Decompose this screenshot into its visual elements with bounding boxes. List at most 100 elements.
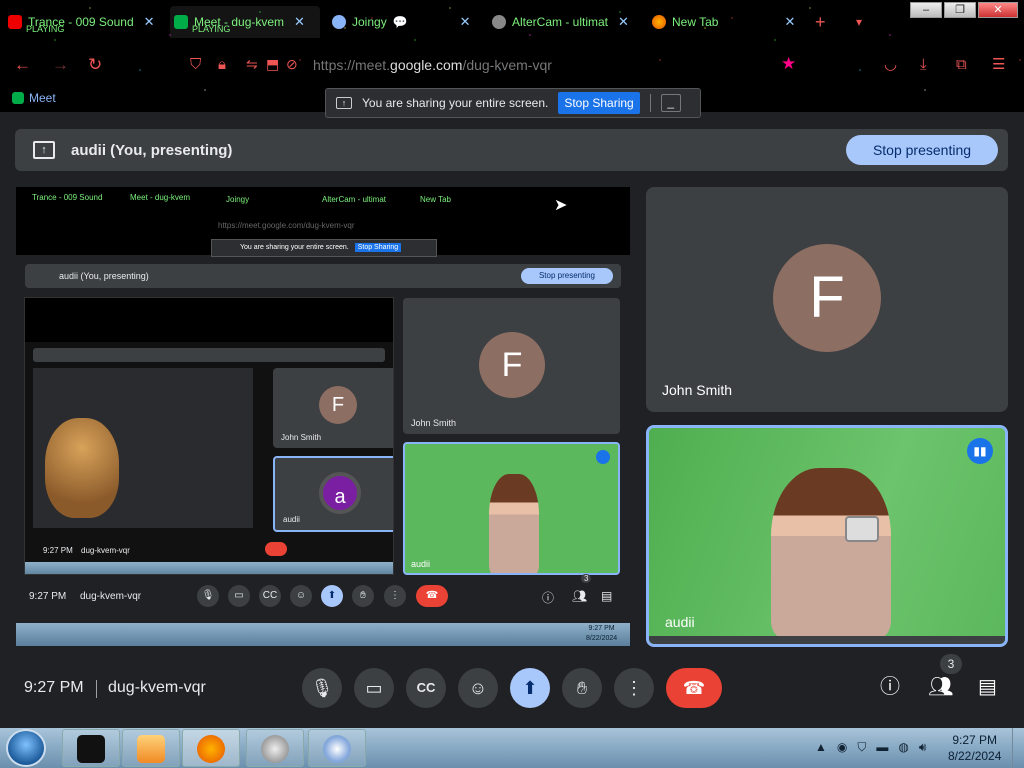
menu-icon[interactable]: ☰ (992, 56, 1005, 73)
tab-new-tab[interactable]: New Tab ✕ (652, 6, 795, 38)
permissions-icon[interactable]: ⇋ (246, 56, 258, 73)
url-domain: google.com (390, 57, 463, 73)
taskbar-app-firefox[interactable] (182, 729, 240, 767)
tray-webcam-icon[interactable]: ◉ (837, 740, 847, 755)
mic-blocked-icon[interactable]: ⊘ (286, 56, 298, 73)
people-count-badge: 3 (940, 654, 962, 674)
nested-present-bar (33, 348, 385, 362)
tab-altercam[interactable]: AlterCam - ultimat ✕ (492, 6, 629, 38)
mini-control-bar: 9:27 PM dug-kvem-vqr 🎙︎ ▭ CC ☺ ⬆ ✋︎ ⋮ ☎︎… (16, 574, 630, 610)
bookmark-star-icon[interactable]: ★ (781, 55, 796, 72)
meeting-info-icon[interactable]: ⓘ (880, 677, 900, 697)
tab-meet[interactable]: Meet - dug-kvem PLAYING ✕ (170, 6, 320, 38)
joingy-icon (332, 15, 346, 29)
tab-list-button[interactable]: ▾ (856, 6, 862, 38)
reload-icon[interactable]: ↻ (88, 56, 102, 73)
more-vertical-icon: ⋮ (625, 678, 643, 698)
download-icon[interactable]: ⤓ (920, 56, 927, 73)
taskbar-app-disc[interactable] (308, 729, 366, 767)
forward-arrow-icon[interactable]: → (52, 56, 69, 73)
url-prefix: https://meet. (313, 57, 391, 73)
shield-icon[interactable]: ⛉ (190, 56, 201, 73)
url-path: /dug-kvem-vqr (462, 57, 552, 73)
close-icon[interactable]: ✕ (618, 14, 629, 30)
close-icon[interactable]: ✕ (144, 14, 155, 30)
nested-john-tile: F John Smith (273, 368, 393, 448)
tray-monitor-icon[interactable]: ▬ (876, 740, 888, 755)
mini-audii-tile: audii (403, 442, 620, 575)
start-button[interactable] (6, 729, 46, 767)
participant-tile-audii[interactable]: ▮▮ audii (646, 425, 1008, 647)
close-icon[interactable]: ✕ (294, 14, 305, 30)
mini-present-icon: ⬆ (321, 585, 343, 607)
hamster-image (45, 418, 119, 518)
tray-network-icon[interactable]: ◍ (898, 740, 908, 755)
mini-mic-icon: 🎙︎ (197, 585, 219, 607)
mini-clock: 9:27 PM (29, 591, 67, 602)
tab-trance[interactable]: Trance - 009 Sound PLAYING ✕ (8, 6, 155, 38)
taskbar-app-terminal[interactable] (62, 729, 120, 767)
avatar: F (773, 244, 881, 352)
mini-code: dug-kvem-vqr (80, 591, 142, 602)
chat-icon[interactable]: ▤ (978, 677, 997, 697)
leave-call-button[interactable]: ☎︎ (666, 668, 722, 708)
tray-expand-icon[interactable]: ▲ (815, 740, 827, 755)
new-tab-button[interactable]: + (815, 6, 826, 38)
screen-share-indicator-icon[interactable]: ⬒ (266, 56, 279, 73)
system-tray: ▲ ◉ ⛉ ▬ ◍ 🔊︎ (815, 740, 926, 755)
microphone-icon: 🎙︎ (310, 678, 334, 698)
hide-banner-button[interactable]: _ (660, 94, 681, 112)
taskbar-app-webcam[interactable] (246, 729, 304, 767)
person-video (771, 468, 891, 638)
sharing-message: You are sharing your entire screen. (362, 96, 549, 110)
minimize-button[interactable]: – (910, 2, 942, 18)
raise-hand-button[interactable]: ✋︎ (562, 668, 602, 708)
mini-people-count: 3 (581, 574, 592, 583)
taskbar-date: 8/22/2024 (948, 749, 1002, 763)
mini-chat-icon: ▤ (601, 589, 613, 603)
tab-title: New Tab (672, 15, 719, 29)
disc-icon (323, 735, 351, 763)
present-screen-icon: ↑ (33, 141, 55, 159)
avatar-f: F (319, 386, 357, 424)
close-icon[interactable]: ✕ (460, 14, 471, 30)
stop-presenting-button[interactable]: Stop presenting (846, 135, 998, 165)
participant-tile-john[interactable]: F John Smith (646, 187, 1008, 412)
tray-shield-icon[interactable]: ⛉ (857, 740, 866, 755)
nested-end-call (265, 542, 287, 556)
taskbar-app-media-player[interactable] (122, 729, 180, 767)
address-bar[interactable]: https://meet.google.com/dug-kvem-vqr (313, 57, 552, 73)
tab-joingy[interactable]: Joingy 💬 ✕ (332, 6, 471, 38)
screen-sharing-banner: ↑ You are sharing your entire screen. St… (325, 88, 701, 118)
divider (96, 680, 97, 698)
tile-name: John Smith (411, 418, 457, 428)
people-icon[interactable]: 👥︎ (928, 677, 953, 697)
maximize-button[interactable]: ❐ (944, 2, 976, 18)
lock-icon[interactable]: 🔒︎ (218, 56, 226, 73)
mini-sharing-banner: You are sharing your entire screen. Stop … (211, 239, 437, 257)
close-icon[interactable]: ✕ (784, 14, 795, 30)
back-arrow-icon[interactable]: ← (14, 56, 31, 73)
tray-volume-icon[interactable]: 🔊︎ (919, 740, 927, 755)
tab-status: PLAYING (26, 24, 65, 34)
mini-camera-icon: ▭ (228, 585, 250, 607)
more-options-button[interactable]: ⋮ (614, 668, 654, 708)
reactions-button[interactable]: ☺ (458, 668, 498, 708)
close-window-button[interactable]: ✕ (978, 2, 1018, 18)
camera-button[interactable]: ▭ (354, 668, 394, 708)
media-player-icon (137, 735, 165, 763)
show-desktop-button[interactable] (1012, 728, 1024, 768)
microphone-button[interactable]: 🎙︎ (302, 668, 342, 708)
mini-more-icon: ⋮ (384, 585, 406, 607)
present-now-button[interactable]: ⬆ (510, 668, 550, 708)
stop-sharing-button[interactable]: Stop Sharing (558, 92, 640, 114)
taskbar-clock[interactable]: 9:27 PM 8/22/2024 (948, 732, 1001, 764)
captions-button[interactable]: CC (406, 668, 446, 708)
taskbar-time: 9:27 PM (952, 733, 998, 747)
extensions-icon[interactable]: ⧉ (956, 56, 967, 73)
participant-name: John Smith (662, 382, 733, 398)
meet-label-text: Meet (29, 91, 56, 105)
mini-presenting-bar: audii (You, presenting) Stop presenting (25, 264, 621, 288)
pocket-icon[interactable]: ◡ (884, 56, 897, 73)
chat-bubble-icon: 💬 (392, 15, 408, 29)
